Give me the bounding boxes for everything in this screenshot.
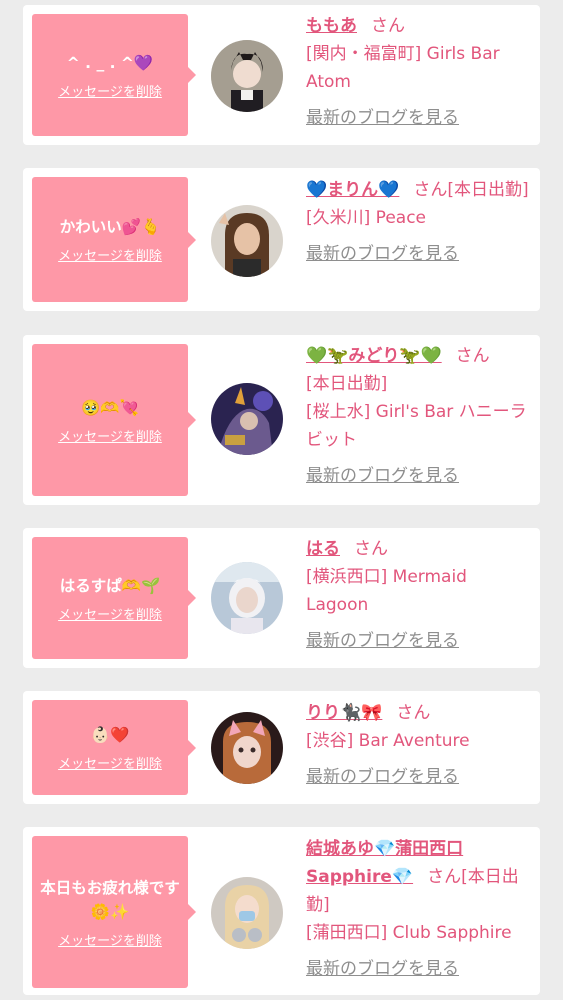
honorific: さん <box>427 867 462 887</box>
avatar-photo-icon <box>211 712 283 784</box>
delete-message-link[interactable]: メッセージを削除 <box>58 753 162 772</box>
message-text: かわいい💕🫰 <box>59 218 161 236</box>
shop-name: [蒲田西口] Club Sapphire <box>306 923 512 943</box>
cast-name-link[interactable]: りり🐈‍⬛🎀 <box>306 703 382 723</box>
cast-info: 💙まりん💙 さん[本日出勤] [久米川] Peace 最新のブログを見る <box>306 176 534 268</box>
message-card: 本日もお疲れ様です🌼✨ メッセージを削除 結城あゆ💎蒲田西口Sapphire💎 さ… <box>23 827 540 995</box>
avatar[interactable] <box>211 712 283 784</box>
message-card: 👶🏻❤️ メッセージを削除 りり🐈‍⬛🎀 さん [渋谷] Bar Aventure… <box>23 691 540 804</box>
message-bubble: 本日もお疲れ様です🌼✨ メッセージを削除 <box>32 836 196 988</box>
message-text: ^ . _ . ^💜 <box>66 53 154 72</box>
shop-name: [関内・福富町] Girls Bar Atom <box>306 44 500 92</box>
cast-info: 💚🦖みどり🦖💚 さん [本日出勤] [桜上水] Girl's Bar ハニーラビッ… <box>306 342 534 490</box>
honorific: さん <box>455 346 490 366</box>
honorific: さん <box>371 16 405 36</box>
avatar-photo-icon <box>211 383 283 455</box>
avatar[interactable] <box>211 205 283 277</box>
cast-info: はる さん [横浜西口] Mermaid Lagoon 最新のブログを見る <box>306 535 534 655</box>
honorific: さん <box>396 703 431 723</box>
latest-blog-link[interactable]: 最新のブログを見る <box>306 763 459 791</box>
cast-info: ももあ さん [関内・福富町] Girls Bar Atom 最新のブログを見る <box>306 12 534 132</box>
message-card: はるすぱ🫶🌱 メッセージを削除 はる さん [横浜西口] Mermaid Lago… <box>23 528 540 668</box>
message-text: 本日もお疲れ様です🌼✨ <box>40 878 180 921</box>
shop-name: [横浜西口] Mermaid Lagoon <box>306 567 467 615</box>
delete-message-link[interactable]: メッセージを削除 <box>58 604 162 623</box>
avatar[interactable] <box>211 40 283 112</box>
cast-name-link[interactable]: ももあ <box>306 16 357 36</box>
shop-name: [桜上水] Girl's Bar ハニーラビット <box>306 402 527 450</box>
delete-message-link[interactable]: メッセージを削除 <box>58 930 162 949</box>
cast-name-link[interactable]: はる <box>306 539 340 559</box>
message-text: 🥹🫶💘 <box>81 398 139 417</box>
delete-message-link[interactable]: メッセージを削除 <box>58 426 162 445</box>
cast-name-link[interactable]: 💚🦖みどり🦖💚 <box>306 346 442 366</box>
message-text: 👶🏻❤️ <box>90 726 130 744</box>
honorific: さん <box>354 539 388 559</box>
avatar[interactable] <box>211 877 283 949</box>
delete-message-link[interactable]: メッセージを削除 <box>58 245 162 264</box>
attendance-status: [本日出勤] <box>306 374 388 394</box>
message-bubble: かわいい💕🫰 メッセージを削除 <box>32 177 196 302</box>
attendance-status: [本日出勤] <box>447 180 529 200</box>
cast-info: りり🐈‍⬛🎀 さん [渋谷] Bar Aventure 最新のブログを見る <box>306 699 534 791</box>
honorific: さん <box>413 180 448 200</box>
cast-name-link[interactable]: 💙まりん💙 <box>306 180 399 200</box>
message-bubble: ^ . _ . ^💜 メッセージを削除 <box>32 14 196 136</box>
shop-name: [渋谷] Bar Aventure <box>306 731 470 751</box>
cast-info: 結城あゆ💎蒲田西口Sapphire💎 さん[本日出勤] [蒲田西口] Club S… <box>306 835 534 983</box>
latest-blog-link[interactable]: 最新のブログを見る <box>306 462 459 490</box>
message-bubble: 🥹🫶💘 メッセージを削除 <box>32 344 196 496</box>
avatar-photo-icon <box>211 205 283 277</box>
avatar[interactable] <box>211 562 283 634</box>
latest-blog-link[interactable]: 最新のブログを見る <box>306 627 459 655</box>
shop-name: [久米川] Peace <box>306 208 426 228</box>
latest-blog-link[interactable]: 最新のブログを見る <box>306 104 459 132</box>
latest-blog-link[interactable]: 最新のブログを見る <box>306 955 459 983</box>
message-text: はるすぱ🫶🌱 <box>59 576 161 595</box>
message-card: 🥹🫶💘 メッセージを削除 💚🦖みどり🦖💚 さん [本日出勤] [桜上水] Girl… <box>23 335 540 505</box>
message-card: ^ . _ . ^💜 メッセージを削除 ももあ さん [関内・福富町] Girls… <box>23 5 540 145</box>
latest-blog-link[interactable]: 最新のブログを見る <box>306 240 459 268</box>
avatar-photo-icon <box>211 877 283 949</box>
message-bubble: 👶🏻❤️ メッセージを削除 <box>32 700 196 795</box>
avatar[interactable] <box>211 383 283 455</box>
delete-message-link[interactable]: メッセージを削除 <box>58 81 162 100</box>
message-bubble: はるすぱ🫶🌱 メッセージを削除 <box>32 537 196 659</box>
avatar-photo-icon <box>211 562 283 634</box>
message-card: かわいい💕🫰 メッセージを削除 💙まりん💙 さん[本日出勤] [久米川] Peac… <box>23 168 540 311</box>
avatar-photo-icon <box>211 40 283 112</box>
